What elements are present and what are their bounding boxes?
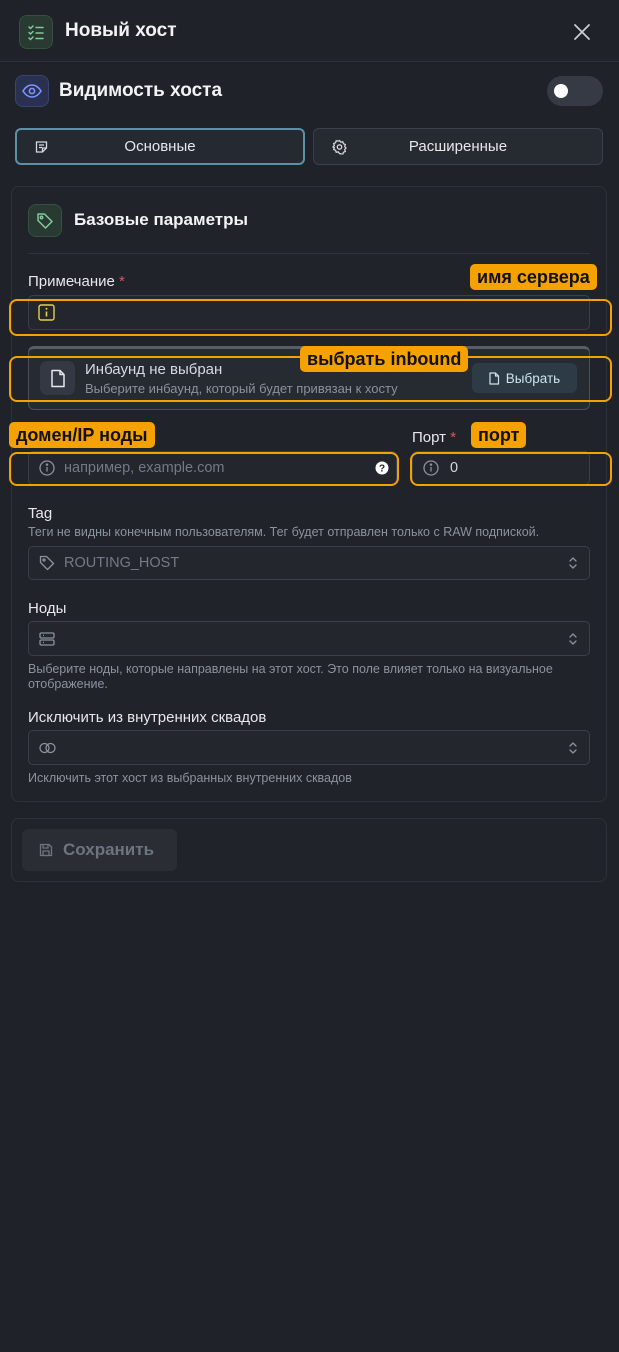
address-input[interactable]: например, example.com ? — [28, 451, 397, 485]
save-label: Сохранить — [63, 840, 155, 859]
eye-icon — [15, 75, 49, 107]
tab-advanced-label: Расширенные — [408, 138, 508, 155]
gear-icon — [332, 139, 347, 154]
exclude-label: Исключить из внутренних сквадов — [28, 709, 267, 726]
inbound-subtitle: Выберите инбаунд, который будет привязан… — [85, 381, 398, 396]
close-icon — [574, 24, 590, 40]
tag-hint: Теги не видны конечным пользователям. Те… — [28, 525, 540, 539]
address-placeholder: например, example.com — [64, 460, 225, 476]
annotation-choose-inbound: выбрать inbound — [300, 346, 469, 372]
chevron-updown-icon — [569, 741, 577, 754]
tag-placeholder: ROUTING_HOST — [64, 555, 180, 571]
info-circle-icon — [39, 460, 55, 476]
help-icon[interactable]: ? — [375, 461, 389, 475]
exclude-hint: Исключить этот хост из выбранных внутрен… — [28, 771, 352, 785]
port-input[interactable]: 0 — [412, 451, 590, 485]
required-mark: * — [119, 273, 125, 290]
checklist-icon — [19, 15, 53, 49]
card-title: Базовые параметры — [74, 210, 249, 229]
tab-advanced[interactable]: Расширенные — [313, 128, 603, 165]
tag-icon — [28, 204, 62, 237]
tab-basic-label: Основные — [124, 138, 196, 155]
visibility-title: Видимость хоста — [59, 80, 223, 101]
tag-label: Tag — [28, 505, 53, 522]
remark-input[interactable] — [28, 295, 590, 330]
visibility-toggle[interactable] — [547, 76, 603, 106]
nodes-select[interactable] — [28, 621, 590, 656]
file-icon — [40, 361, 75, 395]
save-button[interactable]: Сохранить — [22, 829, 177, 871]
tag-icon — [39, 555, 55, 571]
remark-label-text: Примечание — [28, 273, 115, 290]
info-circle-icon — [423, 460, 439, 476]
save-icon — [39, 843, 53, 857]
file-icon — [489, 371, 499, 385]
port-value: 0 — [450, 460, 459, 476]
port-label-text: Порт — [412, 429, 447, 446]
close-button[interactable] — [568, 18, 596, 46]
annotation-server-name: имя сервера — [470, 264, 597, 290]
chevron-updown-icon — [569, 557, 577, 569]
modal-title: Новый хост — [65, 20, 177, 41]
choose-inbound-label: Выбрать — [505, 370, 561, 386]
info-square-icon — [38, 304, 55, 321]
note-icon — [35, 140, 48, 153]
choose-inbound-button[interactable]: Выбрать — [472, 363, 577, 393]
inbound-title: Инбаунд не выбран — [85, 361, 223, 378]
divider — [28, 253, 590, 254]
tab-basic[interactable]: Основные — [15, 128, 305, 165]
tag-select[interactable]: ROUTING_HOST — [28, 546, 590, 580]
chevron-updown-icon — [569, 632, 577, 645]
required-mark: * — [450, 429, 457, 446]
annotation-port: порт — [471, 422, 527, 448]
exclude-squads-select[interactable] — [28, 730, 590, 765]
nodes-label: Ноды — [28, 600, 67, 617]
remark-label: Примечание * — [28, 273, 125, 290]
port-label: Порт * — [412, 429, 456, 446]
svg-text:?: ? — [379, 464, 385, 475]
nodes-hint: Выберите ноды, которые направлены на это… — [28, 662, 553, 691]
annotation-node-address: домен/IP ноды — [9, 422, 155, 448]
link-icon — [39, 742, 56, 754]
server-icon — [39, 631, 55, 646]
